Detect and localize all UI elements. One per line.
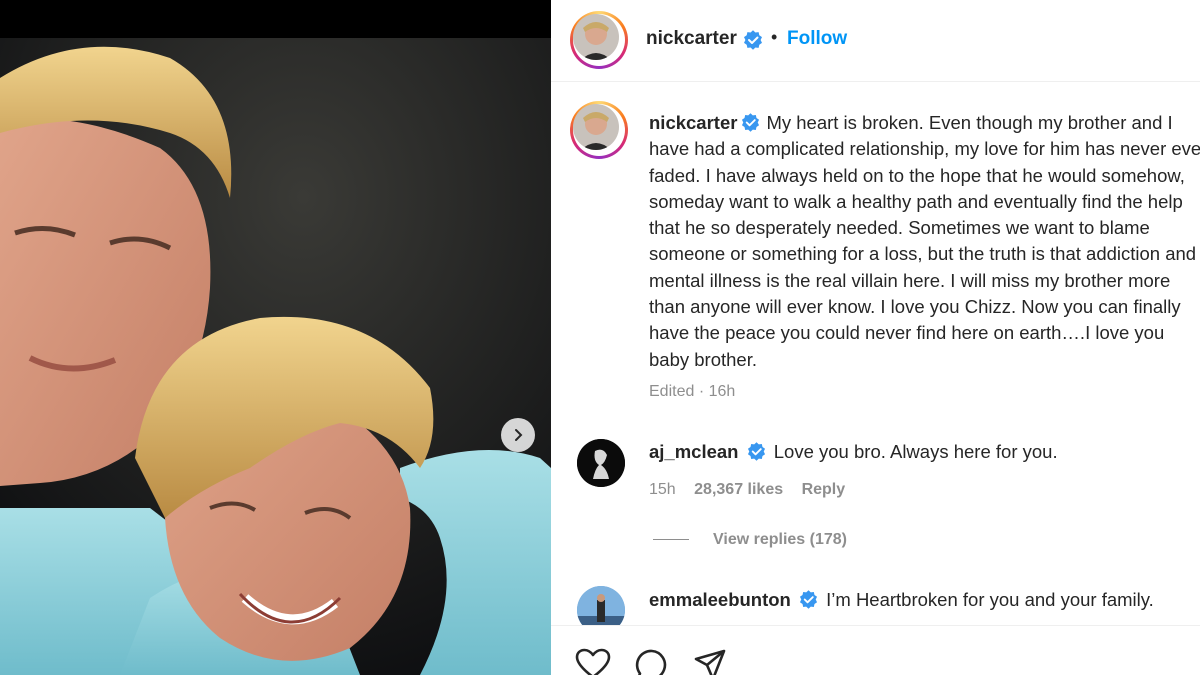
- next-photo-button[interactable]: [501, 418, 535, 452]
- comment-likes[interactable]: 28,367 likes: [694, 481, 783, 498]
- view-replies-label: View replies (178): [713, 531, 847, 548]
- author-username[interactable]: nickcarter: [646, 28, 737, 50]
- post-photo[interactable]: [0, 38, 551, 675]
- comment-time: 15h: [649, 481, 676, 498]
- verified-badge-icon: [747, 442, 765, 461]
- paper-plane-icon[interactable]: [693, 648, 727, 675]
- comment-username[interactable]: emmaleebunton: [649, 589, 791, 610]
- comment-item: aj_mclean Love you bro. Always here for …: [649, 441, 1058, 463]
- avatar-image: [573, 14, 619, 60]
- comment-avatar[interactable]: [577, 439, 625, 487]
- avatar-image: [573, 104, 619, 150]
- chevron-right-icon: [515, 429, 523, 441]
- caption-author-avatar[interactable]: [570, 101, 628, 159]
- view-replies-button[interactable]: View replies (178): [653, 531, 847, 549]
- replies-divider: [653, 539, 689, 541]
- comment-text: Love you bro. Always here for you.: [773, 441, 1058, 462]
- comment-meta: 15h 28,367 likes Reply: [649, 481, 859, 499]
- post-sidebar: nickcarter • Follow nickcarter My heart …: [551, 0, 1200, 675]
- comment-username[interactable]: aj_mclean: [649, 441, 738, 462]
- comment-icon[interactable]: [635, 648, 669, 675]
- follow-button[interactable]: Follow: [787, 28, 847, 50]
- post-caption: nickcarter My heart is broken. Even thou…: [649, 110, 1200, 373]
- caption-username[interactable]: nickcarter: [649, 112, 737, 133]
- caption-text: My heart is broken. Even though my broth…: [649, 112, 1200, 370]
- post-photo-panel: [0, 0, 551, 675]
- verified-badge-icon: [799, 590, 818, 609]
- heart-icon[interactable]: [575, 648, 611, 675]
- avatar-image: [577, 439, 625, 487]
- reply-button[interactable]: Reply: [802, 481, 846, 498]
- separator-dot: •: [771, 27, 778, 47]
- photo-top-bar: [0, 0, 551, 38]
- verified-badge-icon: [744, 30, 762, 50]
- verified-badge-icon: [742, 113, 760, 132]
- caption-timestamp: Edited · 16h: [649, 383, 736, 400]
- author-avatar[interactable]: [570, 11, 628, 69]
- comment-text: I’m Heartbroken for you and your family.: [826, 589, 1154, 610]
- post-header: nickcarter • Follow: [551, 0, 1200, 82]
- post-action-bar: [551, 625, 1200, 675]
- comment-item: emmaleebunton I’m Heartbroken for you an…: [649, 589, 1154, 611]
